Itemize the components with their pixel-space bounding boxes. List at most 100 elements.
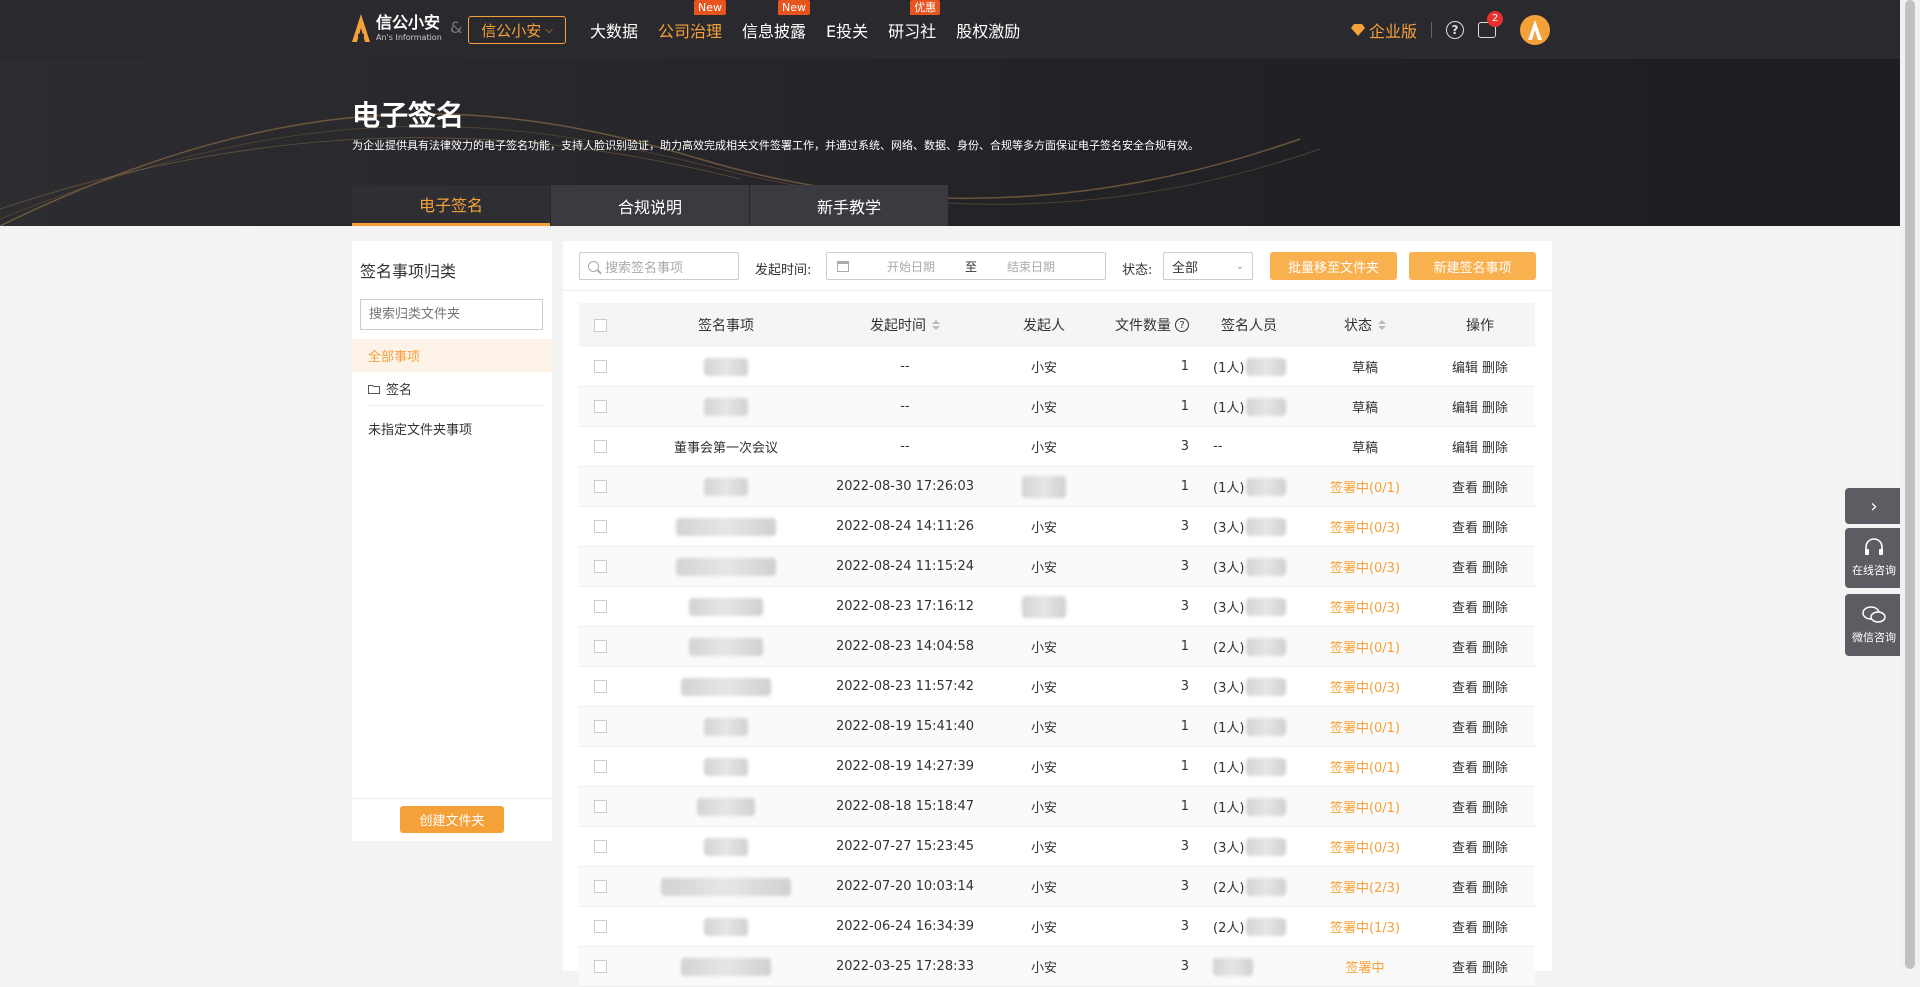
delete-link[interactable]: 删除 [1482, 717, 1508, 736]
create-folder-button[interactable]: 创建文件夹 [400, 806, 504, 833]
table-row[interactable]: -- 小安 1 (1人) 草稿 编辑 删除 [579, 387, 1535, 427]
view-link[interactable]: 查看 [1452, 597, 1478, 616]
view-link[interactable]: 查看 [1452, 757, 1478, 776]
message-icon[interactable]: 2 [1478, 10, 1503, 38]
row-checkbox[interactable] [593, 920, 607, 933]
row-checkbox[interactable] [593, 600, 607, 613]
new-sign-item-button[interactable]: 新建签名事项 [1409, 252, 1536, 280]
view-link[interactable]: 查看 [1452, 477, 1478, 496]
folder-search-input[interactable] [360, 299, 543, 330]
table-row[interactable]: -- 小安 1 (1人) 草稿 编辑 删除 [579, 347, 1535, 387]
delete-link[interactable]: 删除 [1482, 557, 1508, 576]
table-row[interactable]: 2022-08-19 15:41:40 小安 1 (1人) 签署中(0/1) 查看 删除 [579, 707, 1535, 747]
row-checkbox[interactable] [593, 680, 607, 693]
row-checkbox[interactable] [593, 840, 607, 853]
table-row[interactable]: 2022-07-20 10:03:14 小安 3 (2人) 签署中(2/3) 查看 删除 [579, 867, 1535, 907]
row-checkbox[interactable] [593, 880, 607, 893]
table-row[interactable]: 2022-03-25 17:28:33 小安 3 签署中 查看 删除 [579, 947, 1535, 987]
help-icon[interactable]: ? [1446, 20, 1464, 39]
delete-link[interactable]: 删除 [1482, 677, 1508, 696]
view-link[interactable]: 查看 [1452, 677, 1478, 696]
view-link[interactable]: 查看 [1452, 717, 1478, 736]
row-checkbox[interactable] [593, 520, 607, 533]
delete-link[interactable]: 删除 [1482, 957, 1508, 976]
delete-link[interactable]: 删除 [1482, 397, 1508, 416]
delete-link[interactable]: 删除 [1482, 637, 1508, 656]
row-checkbox[interactable] [593, 400, 607, 413]
view-link[interactable]: 查看 [1452, 797, 1478, 816]
table-row[interactable]: 2022-08-24 11:15:24 小安 3 (3人) 签署中(0/3) 查看 删除 [579, 547, 1535, 587]
table-row[interactable]: 2022-08-23 17:16:12 3 (3人) 签署中(0/3) 查看 删除 [579, 587, 1535, 627]
row-checkbox[interactable] [593, 640, 607, 653]
delete-link[interactable]: 删除 [1482, 517, 1508, 536]
sidebar-item-unassigned[interactable]: 未指定文件夹事项 [352, 412, 552, 445]
view-link[interactable]: 查看 [1452, 877, 1478, 896]
org-select[interactable]: 信公小安 ⌵ [468, 16, 566, 44]
sidebar-item-sign-folder[interactable]: 签名 [352, 372, 552, 405]
batch-move-button[interactable]: 批量移至文件夹 [1270, 252, 1397, 280]
header-time[interactable]: 发起时间 [831, 315, 979, 335]
edit-link[interactable]: 编辑 [1452, 357, 1478, 376]
delete-link[interactable]: 删除 [1482, 437, 1508, 456]
table-row[interactable]: 2022-08-30 17:26:03 1 (1人) 签署中(0/1) 查看 删除 [579, 467, 1535, 507]
table-row[interactable]: 2022-08-19 14:27:39 小安 1 (1人) 签署中(0/1) 查看 删除 [579, 747, 1535, 787]
edit-link[interactable]: 编辑 [1452, 397, 1478, 416]
collapse-float-button[interactable]: › [1845, 488, 1903, 524]
row-checkbox[interactable] [593, 560, 607, 573]
tab-esign[interactable]: 电子签名 [352, 185, 550, 226]
row-checkbox[interactable] [593, 720, 607, 733]
file-count: 3 [1180, 959, 1189, 974]
delete-link[interactable]: 删除 [1482, 477, 1508, 496]
table-row[interactable]: 2022-06-24 16:34:39 小安 3 (2人) 签署中(1/3) 查看 删除 [579, 907, 1535, 947]
tab-compliance[interactable]: 合规说明 [551, 185, 749, 226]
view-link[interactable]: 查看 [1452, 917, 1478, 936]
row-checkbox[interactable] [593, 960, 607, 973]
view-link[interactable]: 查看 [1452, 557, 1478, 576]
table-row[interactable]: 2022-08-23 11:57:42 小安 3 (3人) 签署中(0/3) 查看 删除 [579, 667, 1535, 707]
table-row[interactable]: 2022-08-18 15:18:47 小安 1 (1人) 签署中(0/1) 查看 删除 [579, 787, 1535, 827]
page-scrollbar[interactable] [1900, 0, 1920, 969]
online-consult-button[interactable]: 在线咨询 [1845, 528, 1903, 588]
item-name[interactable]: 董事会第一次会议 [674, 437, 778, 456]
nav-item-disclosure[interactable]: 信息披露 New [742, 0, 811, 42]
tab-tutorial[interactable]: 新手教学 [750, 185, 948, 226]
avatar[interactable] [1520, 14, 1550, 45]
sidebar-item-all[interactable]: 全部事项 [352, 339, 552, 372]
nav-item-equity[interactable]: 股权激励 [956, 18, 1020, 42]
delete-link[interactable]: 删除 [1482, 757, 1508, 776]
row-checkbox[interactable] [593, 360, 607, 373]
delete-link[interactable]: 删除 [1482, 797, 1508, 816]
date-range-picker[interactable]: 开始日期 至 结束日期 [826, 252, 1106, 280]
row-checkbox[interactable] [593, 480, 607, 493]
delete-link[interactable]: 删除 [1482, 357, 1508, 376]
nav-item-bigdata[interactable]: 大数据 [590, 18, 638, 42]
table-row[interactable]: 2022-08-24 14:11:26 小安 3 (3人) 签署中(0/3) 查看 删除 [579, 507, 1535, 547]
help-icon[interactable]: ? [1175, 318, 1189, 332]
view-link[interactable]: 查看 [1452, 837, 1478, 856]
view-link[interactable]: 查看 [1452, 957, 1478, 976]
nav-item-eir[interactable]: E投关 [826, 18, 868, 42]
status-select[interactable]: 全部 ⌄ [1163, 252, 1253, 280]
row-checkbox[interactable] [593, 440, 607, 453]
delete-link[interactable]: 删除 [1482, 837, 1508, 856]
wechat-consult-button[interactable]: 微信咨询 [1845, 594, 1903, 656]
row-checkbox[interactable] [593, 760, 607, 773]
view-link[interactable]: 查看 [1452, 517, 1478, 536]
view-link[interactable]: 查看 [1452, 637, 1478, 656]
enterprise-link[interactable]: 企业版 [1350, 18, 1417, 42]
table-row[interactable]: 董事会第一次会议 -- 小安 3 -- 草稿 编辑 删除 [579, 427, 1535, 467]
row-checkbox[interactable] [593, 800, 607, 813]
header-status[interactable]: 状态 [1305, 315, 1425, 335]
delete-link[interactable]: 删除 [1482, 917, 1508, 936]
edit-link[interactable]: 编辑 [1452, 437, 1478, 456]
nav-item-academy[interactable]: 研习社 优惠 [888, 0, 941, 42]
delete-link[interactable]: 删除 [1482, 877, 1508, 896]
table-row[interactable]: 2022-08-23 14:04:58 小安 1 (2人) 签署中(0/1) 查看 删除 [579, 627, 1535, 667]
item-search-input[interactable]: 搜索签名事项 [579, 252, 739, 280]
select-all-checkbox[interactable] [593, 318, 607, 332]
nav-item-governance[interactable]: 公司治理 New [658, 0, 727, 42]
table-row[interactable]: 2022-07-27 15:23:45 小安 3 (3人) 签署中(0/3) 查看 删除 [579, 827, 1535, 867]
logo[interactable]: 信公小安 An's Information [352, 14, 442, 42]
scrollbar-thumb[interactable] [1905, 0, 1915, 969]
delete-link[interactable]: 删除 [1482, 597, 1508, 616]
